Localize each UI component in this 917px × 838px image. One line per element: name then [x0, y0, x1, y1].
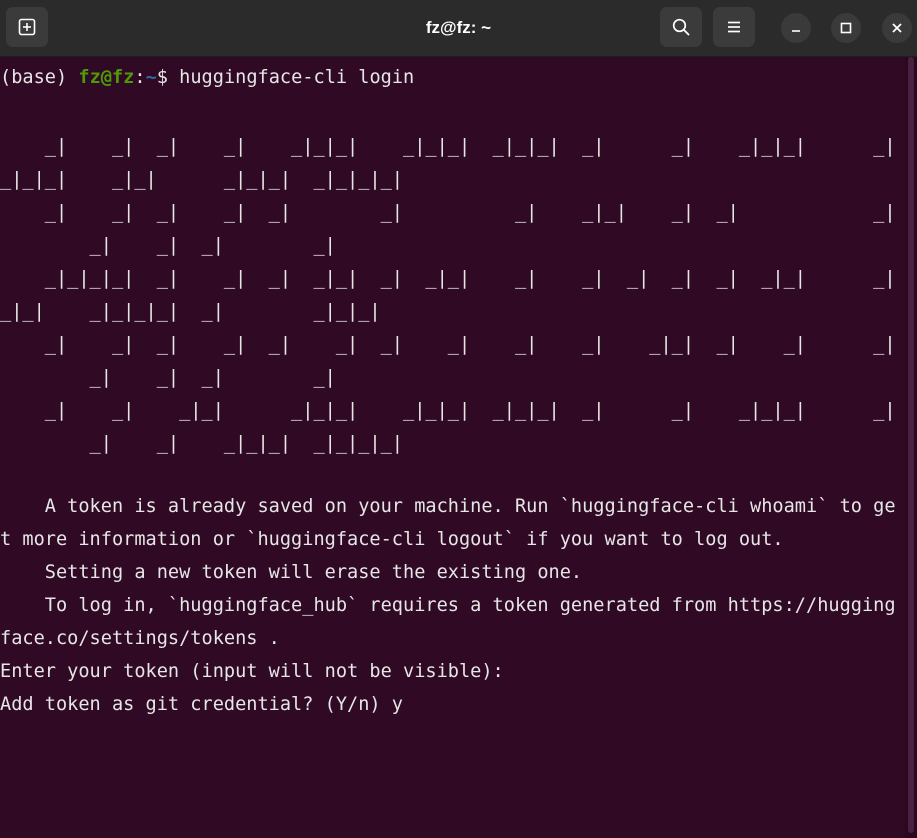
terminal-window: fz@fz: ~ (base) fz@fz:~$ huggingface-cli… [0, 0, 917, 838]
message-line: Setting a new token will erase the exist… [0, 562, 583, 583]
banner-line: _| _| _| _| [0, 235, 336, 256]
banner-line: _|_| _|_|_|_| _| _|_|_| [0, 301, 381, 322]
maximize-icon [840, 22, 852, 34]
banner-line: _| _| _| _| [0, 367, 336, 388]
prompt-command: huggingface-cli login [179, 67, 415, 88]
message-line: A token is already saved on your machine… [0, 496, 896, 517]
prompt-user-host: fz@fz [78, 67, 135, 88]
close-button[interactable] [882, 13, 912, 43]
banner-line: _| _| _|_| _|_|_| _|_|_| _|_|_| _| _| _|… [0, 400, 896, 421]
banner-line: _| _| _| _| _| _| _| _|_| _| _| _| [0, 202, 896, 223]
search-icon [672, 18, 690, 36]
banner-line: _| _| _| _| _| _| _| _| _| _| _|_| _| _|… [0, 334, 896, 355]
close-icon [892, 23, 902, 33]
message-line: face.co/settings/tokens . [0, 628, 280, 649]
prompt-path: ~ [145, 67, 157, 88]
banner-line: _| _| _|_|_| _|_|_|_| [0, 433, 403, 454]
input-prompt-line: Enter your token (input will not be visi… [0, 661, 504, 682]
terminal-output[interactable]: (base) fz@fz:~$ huggingface-cli login _|… [0, 57, 905, 838]
menu-button[interactable] [713, 7, 755, 47]
title-bar: fz@fz: ~ [0, 0, 917, 57]
message-line: t more information or `huggingface-cli l… [0, 529, 784, 550]
prompt-colon: : [134, 67, 146, 88]
banner-line: _|_|_| _|_| _|_|_| _|_|_|_| [0, 169, 403, 190]
git-credential-prompt-line: Add token as git credential? (Y/n) y [0, 694, 403, 715]
minimize-icon [792, 30, 800, 32]
message-line: To log in, `huggingface_hub` requires a … [0, 595, 896, 616]
scrollbar-thumb[interactable] [908, 57, 914, 833]
prompt-symbol: $ [156, 67, 168, 88]
window-title: fz@fz: ~ [425, 18, 492, 37]
scrollbar[interactable] [905, 57, 917, 838]
prompt-line: (base) fz@fz:~$ huggingface-cli login [0, 66, 414, 90]
maximize-button[interactable] [831, 13, 861, 43]
banner-line: _| _| _| _| _|_|_| _|_|_| _|_|_| _| _| _… [0, 136, 896, 157]
search-button[interactable] [660, 7, 702, 47]
banner-line: _|_|_|_| _| _| _| _|_| _| _|_| _| _| _| … [0, 268, 896, 289]
prompt-env: (base) [0, 67, 68, 88]
hamburger-menu-icon [728, 21, 740, 33]
minimize-button[interactable] [781, 13, 811, 43]
